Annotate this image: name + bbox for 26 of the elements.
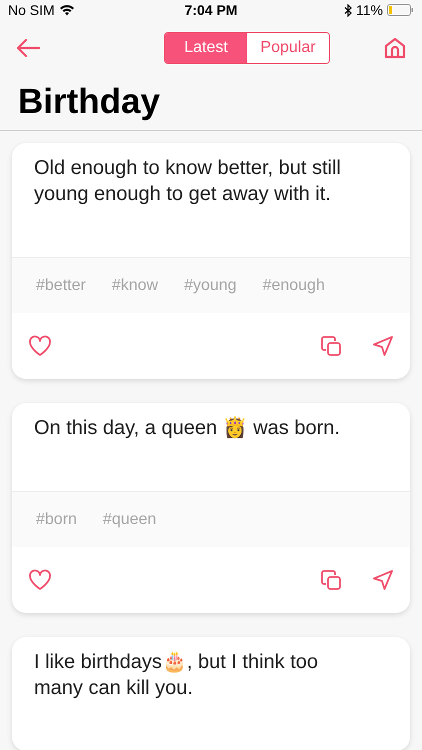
heart-icon[interactable] — [28, 569, 52, 591]
tab[interactable]: Popular — [247, 32, 329, 62]
heart-icon[interactable] — [28, 335, 52, 357]
hashtag[interactable]: #born — [36, 508, 77, 532]
hashtag[interactable]: #know — [112, 274, 158, 298]
page-title: Birthday — [18, 81, 160, 124]
hashtag[interactable]: #better — [36, 274, 86, 298]
copy-icon[interactable] — [320, 335, 342, 357]
bluetooth-icon — [344, 4, 352, 16]
carrier-text: No SIM — [8, 0, 55, 20]
battery-icon — [387, 4, 414, 16]
hashtag[interactable]: #enough — [262, 274, 325, 298]
battery-text: 11% — [356, 0, 383, 20]
wifi-icon — [58, 4, 75, 16]
home-icon[interactable] — [384, 36, 406, 58]
quote-text: Old enough to know better, but still young enough to get away with it. — [33, 156, 342, 207]
hashtag[interactable]: #queen — [102, 508, 156, 532]
tab[interactable]: Latest — [165, 32, 247, 62]
quote-text: On this day, a queen 👸 was born. — [33, 415, 341, 441]
send-icon[interactable] — [372, 569, 394, 591]
hashtag[interactable]: #young — [184, 274, 237, 298]
back-arrow-icon[interactable] — [16, 38, 40, 56]
copy-icon[interactable] — [320, 569, 342, 591]
send-icon[interactable] — [372, 335, 394, 357]
clock-text: 7:04 PM — [184, 0, 238, 20]
quote-text: I like birthdays🎂, but I think too many can kill you. — [33, 650, 320, 701]
